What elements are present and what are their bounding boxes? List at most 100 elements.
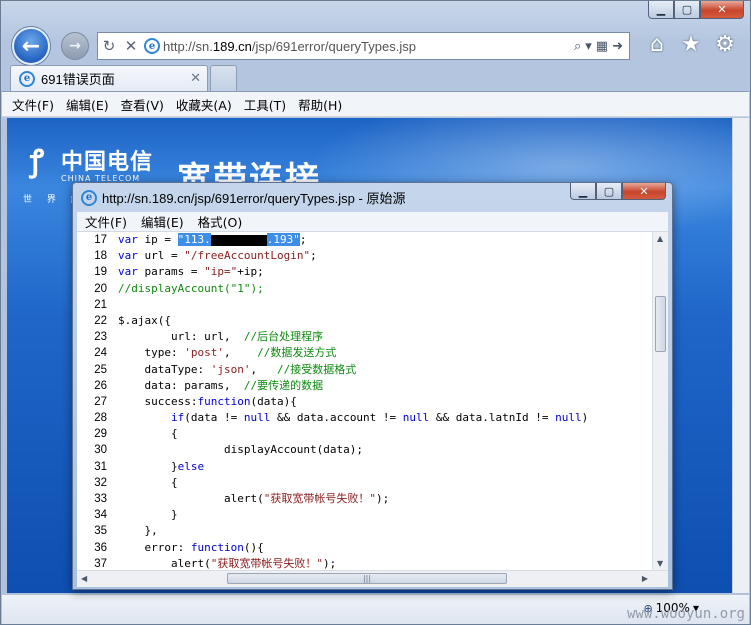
code-token: var	[118, 233, 145, 246]
source-maximize-button[interactable]: ▢	[596, 183, 622, 200]
close-button[interactable]: ✕	[700, 1, 744, 19]
code-token: .193"	[266, 233, 300, 246]
line-number: 21	[94, 298, 107, 311]
code-token: //后台处理程序	[243, 330, 324, 344]
search-icon[interactable]: ⌕	[574, 39, 581, 54]
source-menu-file[interactable]: 文件(F)	[85, 212, 127, 231]
source-horizontal-scrollbar[interactable]: ◀ ||| ▶	[77, 570, 668, 587]
line-number: 18	[94, 250, 107, 263]
new-tab-button[interactable]	[210, 65, 237, 91]
star-icon[interactable]: ★	[678, 31, 704, 57]
code-token: ,	[223, 346, 258, 360]
code-token: +ip;	[237, 265, 264, 279]
code-token: alert(	[118, 556, 211, 570]
code-token: //数据发送方式	[257, 346, 337, 360]
code-line: 29 {	[77, 426, 652, 442]
code-token: "113.	[177, 233, 211, 246]
code-token: //要传递的数据	[243, 378, 324, 392]
code-token: data: params,	[118, 378, 244, 392]
code-token: );	[375, 492, 390, 505]
source-close-button[interactable]: ✕	[622, 183, 666, 200]
ie-page-icon: e	[144, 38, 160, 54]
forward-arrow-icon[interactable]: →	[61, 32, 89, 60]
home-icon[interactable]: ⌂	[644, 31, 670, 57]
ie-source-icon: e	[81, 189, 97, 206]
maximize-button[interactable]: ▢	[674, 1, 700, 19]
address-url[interactable]: http://sn.189.cn/jsp/691error/queryTypes…	[163, 39, 574, 54]
source-menu-format[interactable]: 格式(O)	[198, 212, 243, 231]
navigation-bar: ← → ↻ ✕ e http://sn.189.cn/jsp/691error/…	[1, 23, 751, 67]
code-token: type:	[118, 346, 185, 360]
menu-favorites[interactable]: 收藏夹(A)	[176, 95, 232, 114]
view-source-window: e http://sn.189.cn/jsp/691error/queryTyp…	[72, 182, 673, 590]
source-title-text: http://sn.189.cn/jsp/691error/queryTypes…	[102, 191, 406, 206]
gear-icon[interactable]: ⚙	[712, 31, 738, 57]
menu-tools[interactable]: 工具(T)	[244, 95, 286, 114]
source-vertical-scrollbar[interactable]: ▲ ▼	[652, 232, 668, 570]
line-number: 28	[94, 412, 107, 425]
line-number: 34	[94, 509, 107, 522]
page-scrollbar[interactable]	[732, 118, 749, 593]
code-token: ,	[250, 362, 277, 376]
code-token: dataType:	[118, 362, 211, 376]
compatibility-icon[interactable]: ▦	[596, 39, 608, 54]
code-line: 19 var params = "ip="+ip;	[77, 264, 652, 280]
code-token: //接受数据格式	[276, 362, 357, 376]
source-menu-bar: 文件(F) 编辑(E) 格式(O)	[77, 212, 668, 232]
code-token: }	[118, 459, 178, 473]
code-token: displayAccount(data);	[118, 443, 364, 457]
status-bar: ⊕ 100% ▾ www.wooyun.org	[2, 594, 749, 624]
menu-view[interactable]: 查看(V)	[121, 95, 164, 114]
minimize-button[interactable]: ▁	[648, 1, 674, 19]
line-number: 19	[94, 266, 107, 279]
code-line: 23 url: url, //后台处理程序	[77, 329, 652, 345]
dropdown-icon[interactable]: ▾	[585, 39, 592, 54]
scroll-down-icon[interactable]: ▼	[657, 559, 663, 568]
line-number: 35	[94, 525, 107, 538]
menu-help[interactable]: 帮助(H)	[298, 95, 342, 114]
line-number: 24	[94, 347, 107, 360]
code-line: 26 data: params, //要传递的数据	[77, 378, 652, 394]
go-arrow-icon[interactable]: ➜	[612, 39, 623, 54]
menu-edit[interactable]: 编辑(E)	[66, 95, 109, 114]
line-number: 20	[94, 282, 107, 295]
window-controls: ▁ ▢ ✕	[648, 1, 744, 19]
close-tab-icon[interactable]: ✕	[190, 71, 201, 86]
scroll-right-icon[interactable]: ▶	[642, 574, 648, 583]
vertical-scroll-thumb[interactable]	[655, 296, 666, 352]
code-token: var	[118, 249, 145, 263]
code-token: var	[118, 265, 145, 279]
code-token: }	[118, 508, 178, 522]
line-number: 17	[94, 234, 107, 246]
source-code-area[interactable]: 17 var ip = "113. .193"; 18 var url = "/free…	[77, 232, 652, 570]
code-line: 31 }else	[77, 459, 652, 475]
code-token: },	[118, 524, 158, 538]
back-arrow-icon[interactable]: ←	[12, 27, 50, 65]
code-token: && data.latnId !=	[429, 411, 556, 425]
code-line: 36 error: function(){	[77, 540, 652, 556]
code-token: function	[190, 540, 244, 554]
menu-file[interactable]: 文件(F)	[12, 95, 54, 114]
code-token: url =	[144, 249, 185, 263]
code-token: )	[581, 411, 589, 425]
code-token: && data.account !=	[270, 411, 403, 425]
source-menu-edit[interactable]: 编辑(E)	[141, 212, 184, 231]
refresh-icon[interactable]: ↻	[98, 37, 120, 55]
code-token: (data !=	[184, 411, 244, 425]
address-bar[interactable]: ↻ ✕ e http://sn.189.cn/jsp/691error/quer…	[97, 32, 630, 60]
code-token: {	[118, 475, 178, 489]
scroll-left-icon[interactable]: ◀	[81, 574, 87, 583]
code-token: null	[243, 411, 271, 425]
line-number: 36	[94, 541, 107, 554]
code-token: "ip="	[204, 265, 238, 279]
code-token: if	[170, 411, 185, 425]
horizontal-scroll-thumb[interactable]: |||	[227, 573, 507, 584]
china-telecom-mark-icon: ꝭ	[29, 144, 45, 179]
scroll-up-icon[interactable]: ▲	[657, 234, 663, 243]
stop-icon[interactable]: ✕	[120, 37, 142, 55]
china-telecom-logo: ꝭ 中国电信 CHINA TELECOM	[19, 144, 153, 183]
source-minimize-button[interactable]: ▁	[570, 183, 596, 200]
tab-691-error-page[interactable]: e 691错误页面 ✕	[10, 65, 208, 91]
code-token: params =	[144, 265, 205, 279]
